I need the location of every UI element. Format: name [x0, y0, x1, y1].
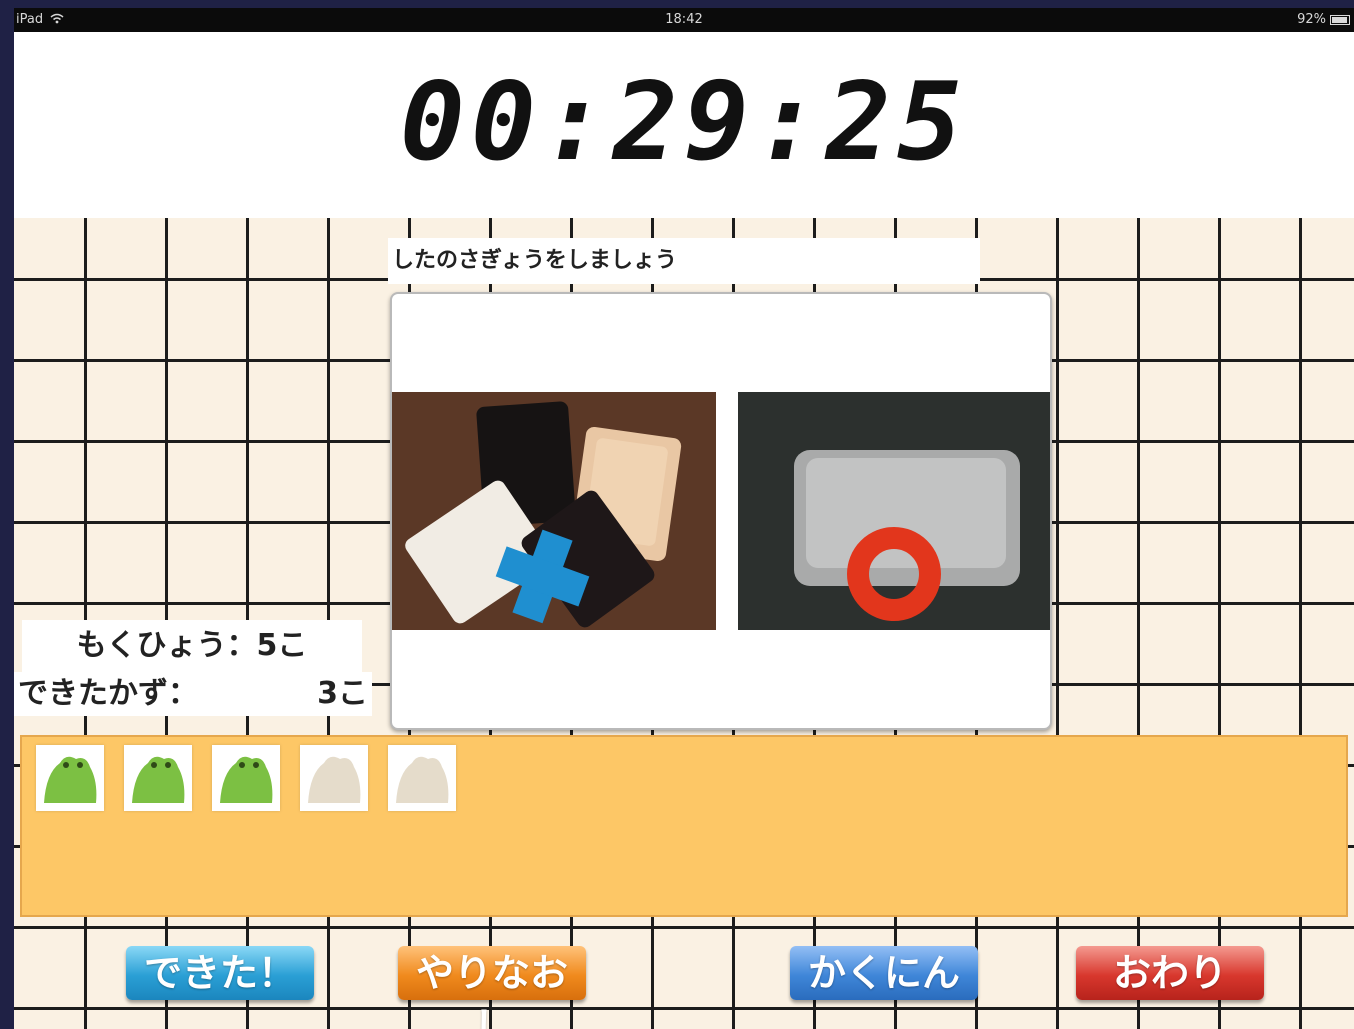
done-count-label: できたかず： [18, 676, 198, 711]
progress-tray [20, 735, 1348, 917]
correct-example-photo [738, 392, 1050, 630]
wrong-example-photo [392, 392, 716, 630]
check-button[interactable]: かくにん [790, 946, 978, 1000]
redo-button[interactable]: やりなおし [398, 946, 586, 1029]
timer-panel: 00:29:25 [14, 32, 1354, 218]
done-button[interactable]: できた！ [126, 946, 314, 1000]
clock: 18:42 [665, 12, 703, 27]
frog-icon [220, 756, 273, 803]
trays-photo [392, 392, 716, 630]
battery-status: 92% [1297, 12, 1350, 27]
status-bar: iPad 18:42 92% [14, 8, 1354, 32]
countdown-timer: 00:29:25 [399, 60, 969, 185]
frog-token-4 [300, 745, 368, 811]
app-screen: iPad 18:42 92% 00:29:25 したのさぎょうをしましょう もく… [14, 8, 1354, 1029]
done-count-value: 3こ [317, 676, 368, 711]
frog-icon [132, 756, 185, 803]
target-count-label: もくひょう：5こ [22, 620, 362, 672]
end-button[interactable]: おわり [1076, 946, 1264, 1000]
instruction-text: したのさぎょうをしましょう [388, 238, 980, 284]
frog-outline-icon [396, 756, 449, 803]
frog-outline-icon [308, 756, 361, 803]
frog-token-3 [212, 745, 280, 811]
frog-token-1 [36, 745, 104, 811]
frog-icon [44, 756, 97, 803]
done-count: できたかず： 3こ [14, 672, 372, 716]
task-card [390, 292, 1052, 730]
tray-photo [738, 392, 1050, 630]
frog-token-2 [124, 745, 192, 811]
battery-icon [1330, 14, 1350, 25]
battery-percent: 92% [1297, 12, 1326, 27]
frog-token-5 [388, 745, 456, 811]
